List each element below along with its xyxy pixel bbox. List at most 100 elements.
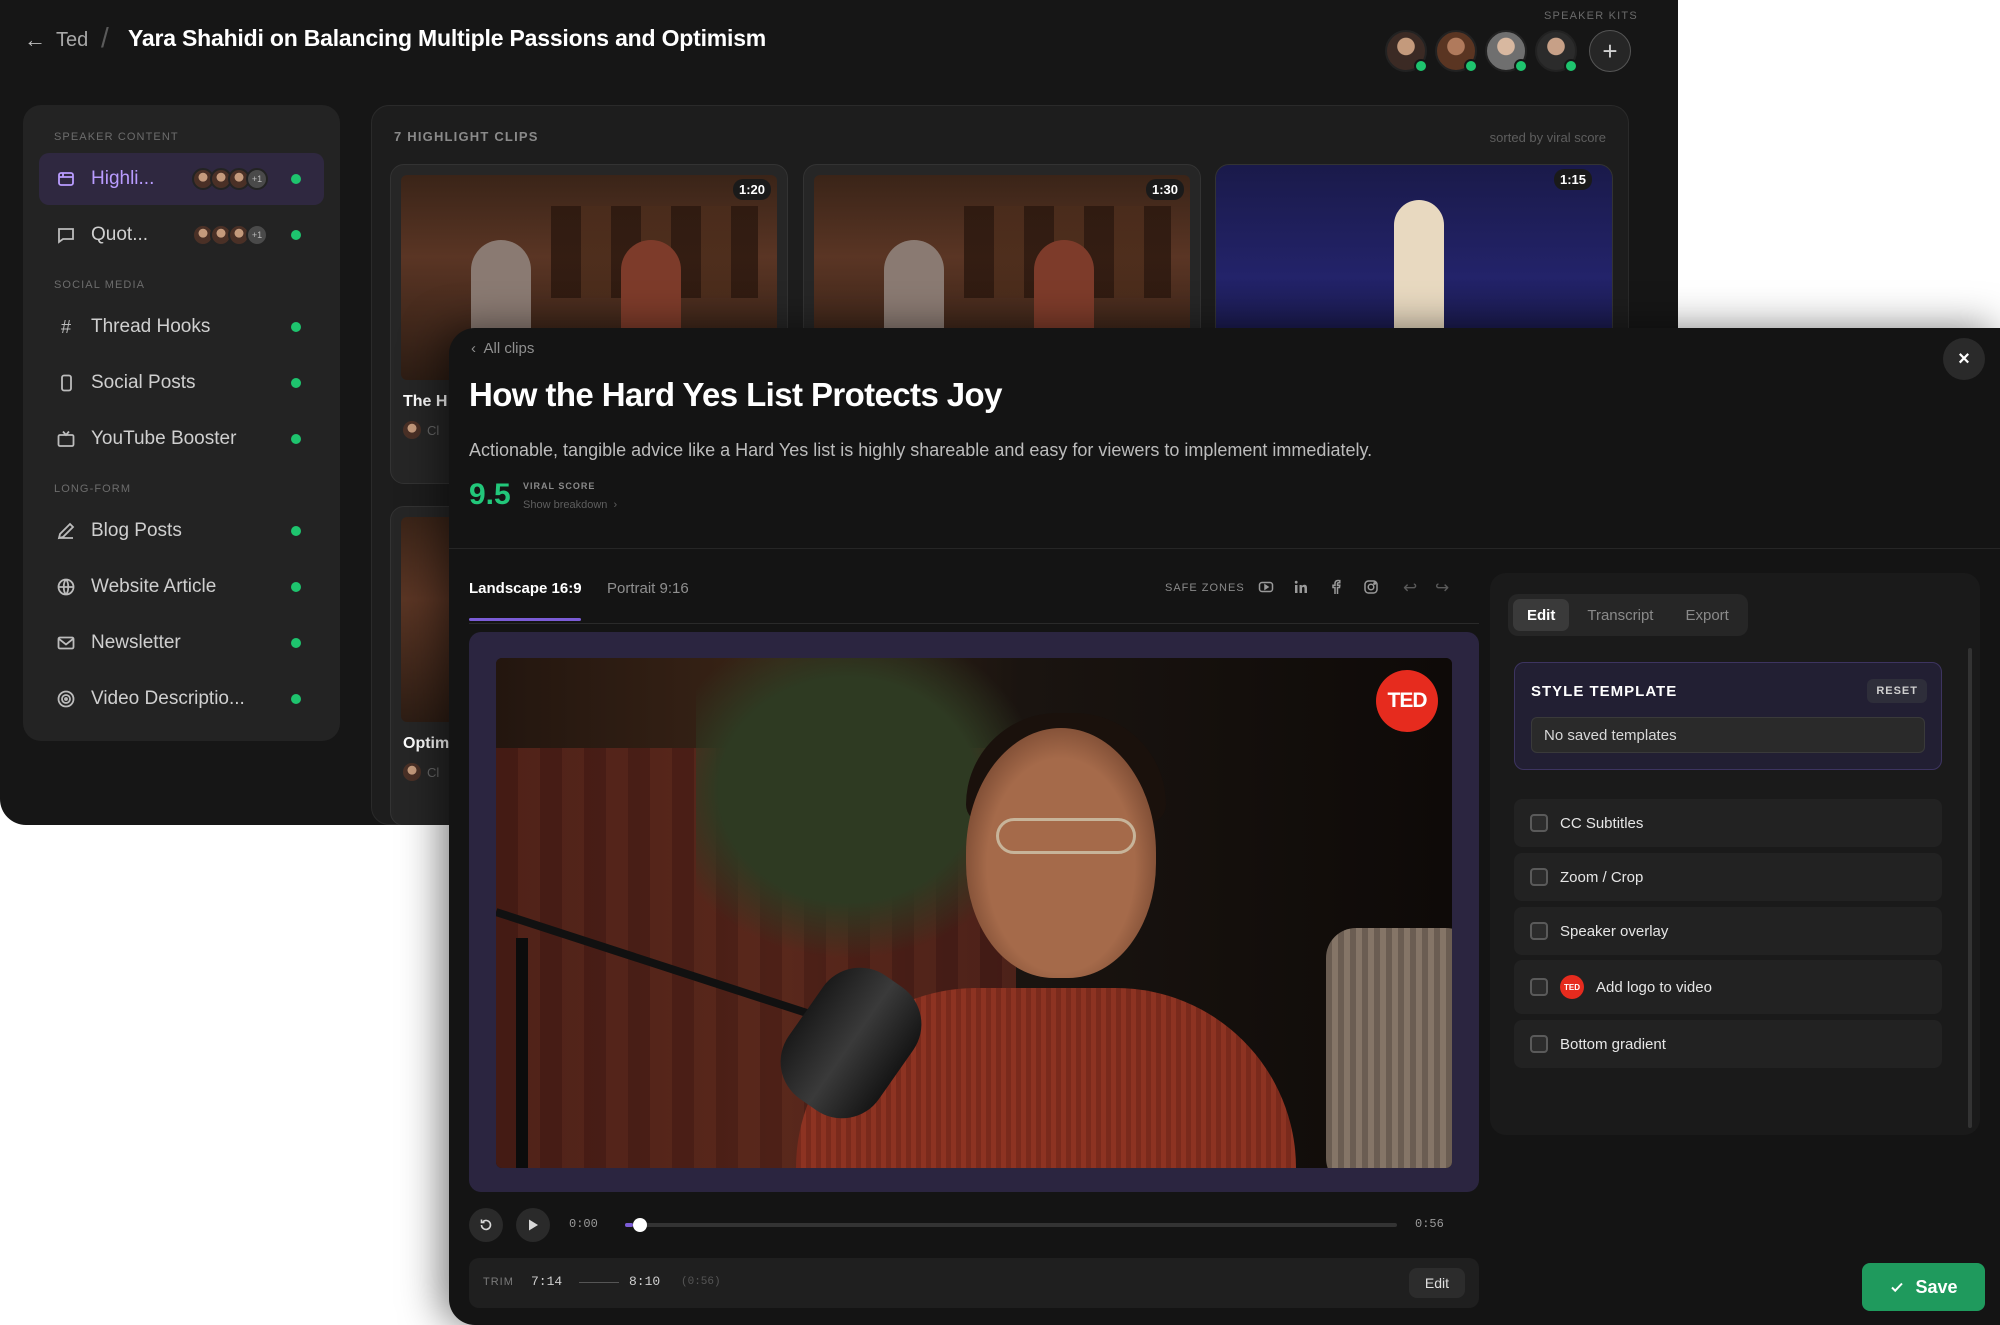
checkbox[interactable] [1530, 922, 1548, 940]
avatar[interactable] [1435, 30, 1478, 73]
clips-sort-label[interactable]: sorted by viral score [1490, 130, 1606, 145]
facebook-icon[interactable] [1327, 579, 1345, 599]
back-link[interactable]: ← Ted [24, 27, 88, 53]
seek-bar[interactable] [625, 1218, 1397, 1232]
clip-duration: 1:15 [1553, 169, 1592, 190]
save-button[interactable]: Save [1862, 1263, 1985, 1311]
sidebar-item-label: Highli... [91, 168, 155, 189]
option-speaker-overlay[interactable]: Speaker overlay [1514, 907, 1942, 955]
trim-start[interactable]: 7:14 [531, 1274, 562, 1289]
sidebar-section-label: SPEAKER CONTENT [54, 131, 179, 143]
online-dot [1514, 59, 1528, 73]
checkbox[interactable] [1530, 1035, 1548, 1053]
sidebar-item-label: Blog Posts [91, 520, 182, 541]
chevron-left-icon: ‹ [471, 340, 476, 357]
sidebar-item-quotes[interactable]: Quot... +1 [39, 209, 324, 261]
all-clips-link[interactable]: ‹ All clips [471, 340, 534, 357]
sidebar-item-label: Website Article [91, 576, 217, 597]
globe-icon [55, 576, 77, 598]
trim-end[interactable]: 8:10 [629, 1274, 660, 1289]
page-title: Yara Shahidi on Balancing Multiple Passi… [128, 25, 767, 51]
clip-editor-modal: × ‹ All clips How the Hard Yes List Prot… [449, 328, 2000, 1325]
sidebar-item-blog-posts[interactable]: Blog Posts [39, 505, 324, 557]
checkbox[interactable] [1530, 814, 1548, 832]
sidebar-item-youtube-booster[interactable]: YouTube Booster [39, 413, 324, 465]
show-breakdown-label: Show breakdown [523, 499, 608, 511]
speaker-kits-label: SPEAKER KITS [1544, 10, 1638, 22]
option-zoom-crop[interactable]: Zoom / Crop [1514, 853, 1942, 901]
back-link-label: Ted [56, 28, 89, 51]
show-breakdown-link[interactable]: Show breakdown › [523, 499, 617, 511]
avatar[interactable] [1485, 30, 1528, 73]
sidebar-item-social-posts[interactable]: Social Posts [39, 357, 324, 409]
close-button[interactable]: × [1943, 338, 1985, 380]
avatar[interactable] [1385, 30, 1428, 73]
sidebar-item-newsletter[interactable]: Newsletter [39, 617, 324, 669]
hash-icon: # [60, 316, 71, 337]
option-label: Bottom gradient [1560, 1035, 1666, 1053]
arrow-left-icon: ← [24, 27, 46, 52]
status-dot [291, 526, 301, 536]
sidebar-item-website-article[interactable]: Website Article [39, 561, 324, 613]
sidebar-item-highlights[interactable]: Highli... +1 [39, 153, 324, 205]
clip-title: How the Hard Yes List Protects Joy [469, 376, 1002, 413]
option-add-logo[interactable]: TED Add logo to video [1514, 960, 1942, 1014]
add-speaker-kit-button[interactable]: + [1589, 30, 1631, 72]
restart-button[interactable] [469, 1208, 503, 1242]
reset-button[interactable]: RESET [1867, 679, 1927, 703]
redo-icon[interactable]: ↪ [1435, 578, 1449, 598]
trim-label: TRIM [483, 1276, 514, 1288]
option-label: Add logo to video [1596, 978, 1712, 996]
play-button[interactable] [516, 1208, 550, 1242]
highlight-icon [55, 168, 77, 190]
clip-meta: Cl [403, 421, 439, 439]
trim-edit-button[interactable]: Edit [1408, 1268, 1465, 1298]
option-bottom-gradient[interactable]: Bottom gradient [1514, 1020, 1942, 1068]
instagram-icon[interactable] [1362, 579, 1380, 599]
sidebar-item-video-description[interactable]: Video Descriptio... [39, 673, 324, 725]
chevron-right-icon: › [613, 499, 618, 511]
linkedin-icon[interactable] [1292, 579, 1310, 599]
tab-transcript[interactable]: Transcript [1573, 599, 1667, 631]
sidebar-item-label: Thread Hooks [91, 316, 211, 337]
tab-edit[interactable]: Edit [1513, 599, 1570, 631]
tab-export[interactable]: Export [1671, 599, 1742, 631]
checkbox[interactable] [1530, 978, 1548, 996]
status-dot [291, 582, 301, 592]
option-cc-subtitles[interactable]: CC Subtitles [1514, 799, 1942, 847]
clip-duration: 1:20 [732, 179, 771, 200]
youtube-icon[interactable] [1257, 579, 1275, 599]
sidebar-section-label: SOCIAL MEDIA [54, 279, 146, 291]
option-label: CC Subtitles [1560, 814, 1644, 832]
online-dot [1414, 59, 1428, 73]
undo-icon[interactable]: ↩ [1403, 578, 1417, 598]
tab-portrait[interactable]: Portrait 9:16 [607, 580, 689, 597]
style-template-card: STYLE TEMPLATE RESET No saved templates [1514, 662, 1942, 770]
panel-tabs: Edit Transcript Export [1508, 594, 1748, 636]
template-select[interactable]: No saved templates [1531, 717, 1925, 753]
avatar[interactable] [1535, 30, 1578, 73]
option-label: Speaker overlay [1560, 922, 1669, 940]
clip-duration: 1:30 [1145, 179, 1184, 200]
divider [449, 548, 2000, 549]
breadcrumb-separator: / [101, 22, 109, 53]
sidebar-item-thread-hooks[interactable]: # Thread Hooks [39, 301, 324, 353]
mail-icon [55, 632, 77, 654]
status-dot [291, 434, 301, 444]
online-dot [1564, 59, 1578, 73]
panel-scrollbar[interactable] [1968, 648, 1972, 1128]
tab-landscape[interactable]: Landscape 16:9 [469, 580, 582, 597]
all-clips-label: All clips [483, 340, 535, 357]
active-tab-indicator [469, 618, 581, 621]
pen-icon [55, 520, 77, 542]
video-preview[interactable]: TED [496, 658, 1452, 1168]
sidebar-section-label: LONG-FORM [54, 483, 132, 495]
sidebar-item-label: Quot... [91, 224, 149, 245]
safe-zones-label: SAFE ZONES [1165, 582, 1245, 594]
seek-handle[interactable] [632, 1218, 647, 1232]
viral-score: 9.5 [469, 478, 511, 511]
checkbox[interactable] [1530, 868, 1548, 886]
tv-icon [55, 428, 77, 450]
style-template-title: STYLE TEMPLATE [1531, 683, 1678, 700]
seek-progress [625, 1223, 633, 1227]
